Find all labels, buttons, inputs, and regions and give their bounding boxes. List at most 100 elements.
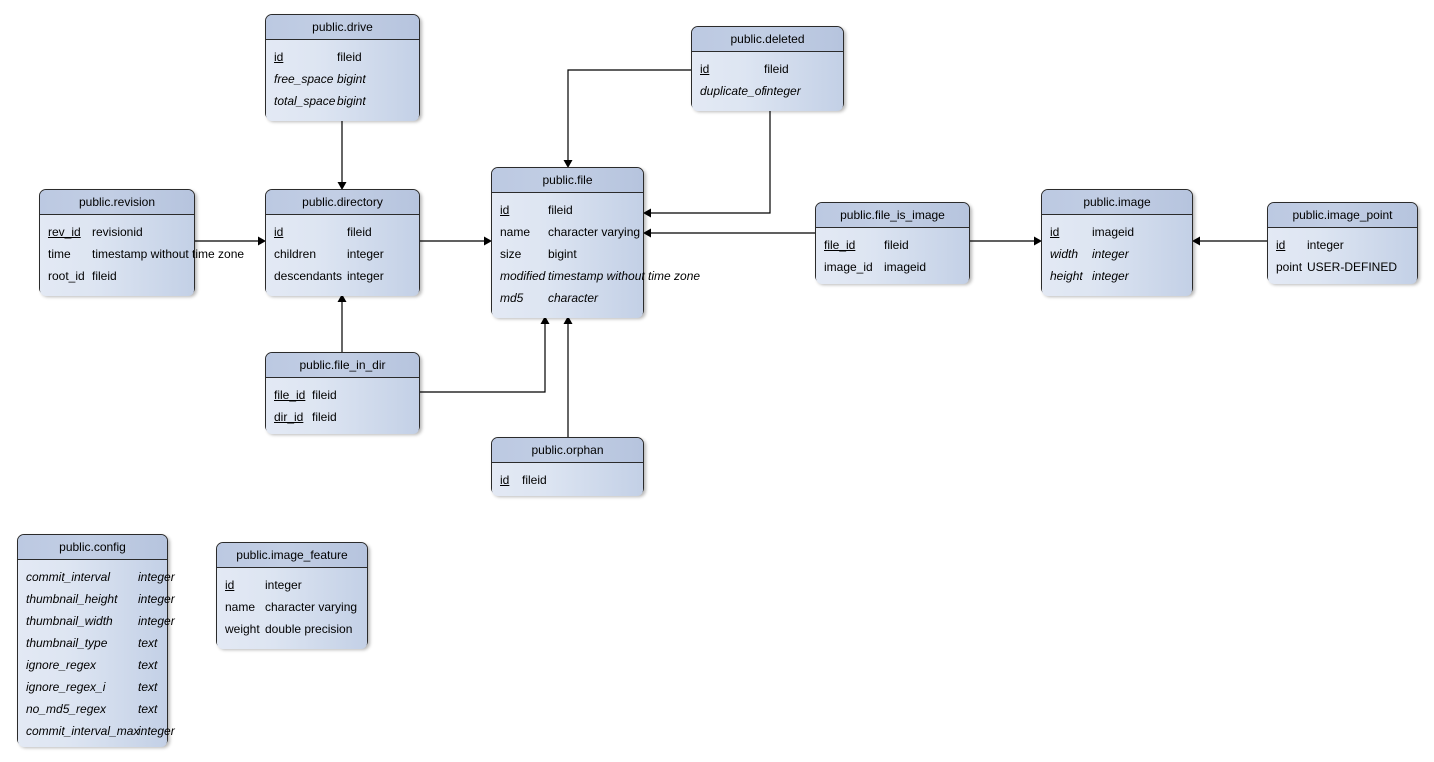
attribute-row: file_id fileid (816, 234, 969, 256)
attribute-type: fileid (347, 225, 372, 239)
attribute-type: text (138, 658, 158, 672)
attribute-row: time timestamp without time zone (40, 243, 244, 265)
attribute-row: id integer (217, 574, 367, 596)
attribute-row: duplicate_of integer (692, 80, 843, 102)
attribute-type: integer (347, 269, 384, 283)
attribute-row: id fileid (492, 469, 643, 491)
entity-attributes-file_is_image: file_id fileid image_id imageid (816, 228, 969, 284)
attribute-name: id (274, 225, 284, 239)
relationship-drive-to-directory (337, 120, 347, 190)
attribute-row: height integer (1042, 265, 1192, 287)
relationship-orphan-to-file (563, 316, 573, 437)
entity-directory[interactable]: public.directory id fileid children integer d… (265, 189, 420, 296)
attribute-row: point USER-DEFINED (1268, 256, 1417, 278)
attribute-type: revisionid (92, 225, 143, 239)
attribute-name: id (500, 473, 510, 487)
er-diagram-canvas: public.drive id fileid free_space bigint tota… (0, 0, 1434, 762)
attribute-row: id fileid (266, 46, 419, 68)
entity-image_feature[interactable]: public.image_featureid integer name charact… (216, 542, 368, 649)
entity-attributes-revision: rev_id revisionid time timestamp without ti… (40, 215, 244, 296)
entity-file_is_image[interactable]: public.file_is_image file_id fileid image_i… (815, 202, 970, 284)
relationship-deleted-duplicate-to-file (643, 110, 771, 218)
attribute-row: id fileid (492, 199, 643, 221)
attribute-name: thumbnail_height (26, 592, 118, 606)
attribute-name: commit_interval_max (26, 724, 140, 738)
attribute-type: text (138, 702, 158, 716)
attribute-type: integer (265, 578, 302, 592)
entity-deleted[interactable]: public.deleted id fileid duplicate_of intege… (691, 26, 844, 111)
attribute-name: no_md5_regex (26, 702, 107, 716)
attribute-name: dir_id (274, 410, 304, 424)
entity-attributes-image_feature: id integer name character varying weight doub… (217, 568, 367, 649)
entity-title-image_feature: public.image_feature (217, 543, 367, 568)
attribute-row: commit_interval_max integer (18, 720, 175, 742)
attribute-row: file_id fileid (266, 384, 419, 406)
attribute-row: size bigint (492, 243, 643, 265)
attribute-row: ignore_regex text (18, 654, 167, 676)
attribute-name: file_id (274, 388, 306, 402)
entity-attributes-config: commit_interval integer thumbnail_height in… (18, 560, 175, 747)
attribute-row: thumbnail_type text (18, 632, 167, 654)
attribute-row: weight double precision (217, 618, 367, 640)
attribute-type: fileid (884, 238, 909, 252)
entity-title-orphan: public.orphan (492, 438, 643, 463)
entity-title-file_in_dir: public.file_in_dir (266, 353, 419, 378)
entity-title-file_is_image: public.file_is_image (816, 203, 969, 228)
entity-drive[interactable]: public.drive id fileid free_space bigint tota… (265, 14, 420, 121)
attribute-row: id imageid (1042, 221, 1192, 243)
attribute-name: commit_interval (26, 570, 111, 584)
attribute-row: free_space bigint (266, 68, 419, 90)
attribute-row: dir_id fileid (266, 406, 419, 428)
attribute-row: image_id imageid (816, 256, 969, 278)
entity-file_in_dir[interactable]: public.file_in_dir file_id fileid dir_id fil… (265, 352, 420, 434)
entity-attributes-image_point: id integer point USER-DEFINED (1268, 228, 1417, 284)
relationship-file_in_dir-to-file (420, 316, 550, 393)
attribute-type: integer (138, 724, 175, 738)
attribute-row: commit_interval integer (18, 566, 175, 588)
relationship-directory-to-file (420, 236, 492, 246)
attribute-row: thumbnail_height integer (18, 588, 175, 610)
entity-attributes-directory: id fileid children integer descendants intege… (266, 215, 419, 296)
attribute-row: id integer (1268, 234, 1417, 256)
entity-orphan[interactable]: public.orphan id fileid (491, 437, 644, 496)
attribute-type: integer (1092, 269, 1129, 283)
attribute-type: imageid (1092, 225, 1135, 239)
entity-attributes-drive: id fileid free_space bigint total_space bigin… (266, 40, 419, 121)
attribute-name: file_id (824, 238, 856, 252)
entity-attributes-file_in_dir: file_id fileid dir_id fileid (266, 378, 419, 434)
attribute-type: bigint (337, 94, 366, 108)
attribute-name: id (500, 203, 510, 217)
entity-config[interactable]: public.config commit_interval integer thumb… (17, 534, 175, 747)
attribute-type: fileid (312, 410, 337, 424)
entity-file[interactable]: public.file id fileid name character varying… (491, 167, 700, 318)
entity-title-image_point: public.image_point (1268, 203, 1417, 228)
entity-title-drive: public.drive (266, 15, 419, 40)
entity-attributes-orphan: id fileid (492, 463, 643, 496)
attribute-type: fileid (764, 62, 789, 76)
attribute-row: total_space bigint (266, 90, 419, 112)
attribute-type: integer (347, 247, 384, 261)
attribute-name: height (1050, 269, 1083, 283)
relationship-edges (195, 69, 1267, 437)
attribute-type: bigint (337, 72, 366, 86)
attribute-name: time (48, 247, 71, 261)
attribute-type: integer (138, 592, 175, 606)
attribute-type: integer (1092, 247, 1129, 261)
entity-title-revision: public.revision (40, 190, 194, 215)
attribute-type: fileid (92, 269, 117, 283)
attribute-row: md5 character (492, 287, 643, 309)
entity-attributes-deleted: id fileid duplicate_of integer (692, 52, 843, 111)
attribute-type: double precision (265, 622, 353, 636)
attribute-name: rev_id (48, 225, 81, 239)
entity-image[interactable]: public.image id imageid width integer height i… (1041, 189, 1193, 296)
attribute-type: text (138, 636, 158, 650)
entity-revision[interactable]: public.revision rev_id revisionid time times… (39, 189, 244, 296)
attribute-row: no_md5_regex text (18, 698, 167, 720)
attribute-type: fileid (337, 50, 362, 64)
entity-title-image: public.image (1042, 190, 1192, 215)
entity-image_point[interactable]: public.image_point id integer point USER-DEF… (1267, 202, 1418, 284)
attribute-row: name character varying (217, 596, 367, 618)
attribute-name: ignore_regex_i (26, 680, 106, 694)
attribute-name: id (225, 578, 235, 592)
attribute-name: thumbnail_type (26, 636, 108, 650)
